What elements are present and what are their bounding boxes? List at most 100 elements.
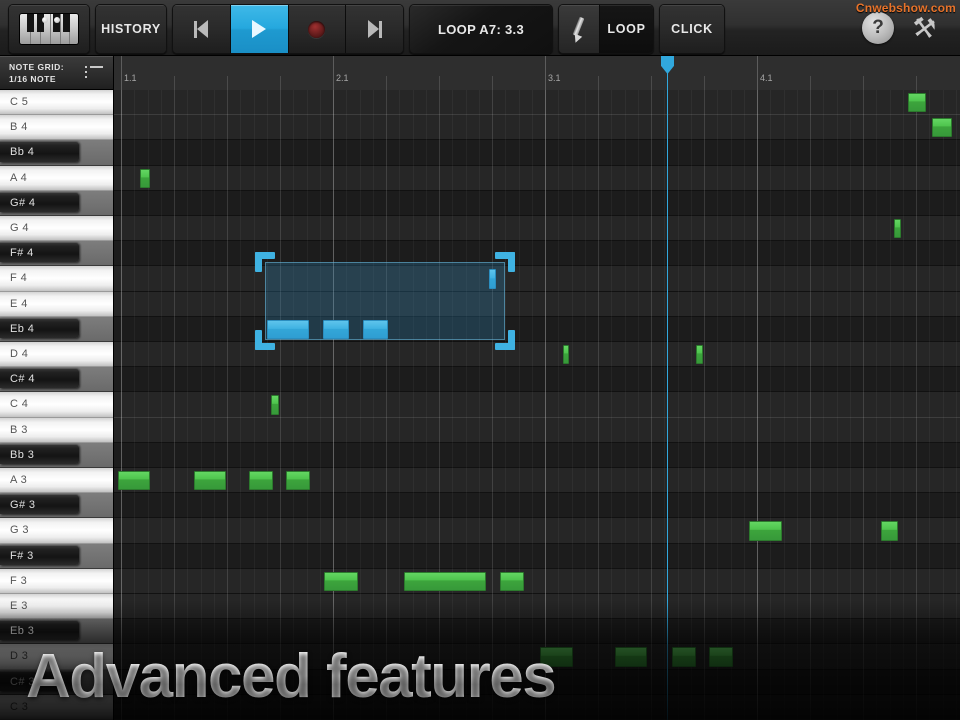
list-menu-icon[interactable] <box>85 66 103 79</box>
ruler-tick <box>810 76 811 90</box>
grid-line <box>399 90 400 720</box>
piano-key-a4[interactable]: A 4 <box>0 166 113 191</box>
key-label: F 4 <box>10 272 27 284</box>
click-toggle-button[interactable]: CLICK <box>659 4 725 54</box>
grid-line <box>956 90 957 720</box>
key-label: Eb 3 <box>10 625 34 637</box>
piano-roll-grid[interactable]: 1.12.13.14.1 <box>113 56 960 720</box>
key-label: B 3 <box>10 424 28 436</box>
piano-key-e3[interactable]: E 3 <box>0 594 113 619</box>
grid-line <box>903 90 904 720</box>
key-label: E 4 <box>10 298 28 310</box>
key-label: G 4 <box>10 222 29 234</box>
app-logo-button[interactable] <box>8 4 90 54</box>
piano-key-f3[interactable]: F 3 <box>0 569 113 594</box>
loop-position-value: LOOP A7: 3.3 <box>410 5 552 53</box>
piano-key-g3[interactable]: G# 3 <box>0 493 113 518</box>
grid-line <box>121 90 122 720</box>
piano-key-bb4[interactable]: Bb 4 <box>0 140 113 165</box>
grid-line <box>704 90 705 720</box>
skip-forward-button[interactable] <box>346 5 403 53</box>
piano-key-f4[interactable]: F 4 <box>0 266 113 291</box>
note-block[interactable] <box>489 269 496 288</box>
note-block[interactable] <box>323 320 349 339</box>
record-button[interactable] <box>289 5 346 53</box>
note-block[interactable] <box>696 345 703 364</box>
note-block[interactable] <box>709 647 733 666</box>
piano-key-g3[interactable]: G 3 <box>0 518 113 543</box>
grid-line <box>532 90 533 720</box>
grid-line <box>386 90 387 720</box>
piano-key-c5[interactable]: C 5 <box>0 90 113 115</box>
selection-handle-top-right[interactable] <box>495 252 515 272</box>
piano-key-f3[interactable]: F# 3 <box>0 544 113 569</box>
selection-handle-bottom-right[interactable] <box>495 330 515 350</box>
note-block[interactable] <box>404 572 486 591</box>
key-label: E 3 <box>10 600 28 612</box>
key-label: G 3 <box>10 524 29 536</box>
grid-line <box>174 90 175 720</box>
loop-position-display[interactable]: LOOP A7: 3.3 <box>409 4 553 54</box>
note-block[interactable] <box>271 395 279 414</box>
play-button[interactable] <box>231 5 288 53</box>
ruler-label: 3.1 <box>545 73 561 83</box>
piano-key-d4[interactable]: D 4 <box>0 342 113 367</box>
note-block[interactable] <box>563 345 569 364</box>
help-icon[interactable]: ? <box>862 12 894 44</box>
grid-line <box>201 90 202 720</box>
note-block[interactable] <box>194 471 226 490</box>
note-block[interactable] <box>908 93 926 112</box>
note-block[interactable] <box>324 572 358 591</box>
top-toolbar: HISTORY LOOP A7: 3.3 <box>0 0 960 56</box>
note-block[interactable] <box>249 471 273 490</box>
note-block[interactable] <box>500 572 524 591</box>
timeline-ruler[interactable]: 1.12.13.14.1 <box>113 56 960 91</box>
selection-handle-top-left[interactable] <box>255 252 275 272</box>
playhead[interactable] <box>667 56 668 720</box>
grid-line <box>572 90 573 720</box>
note-block[interactable] <box>140 169 150 188</box>
note-block[interactable] <box>363 320 388 339</box>
grid-line <box>863 90 864 720</box>
piano-key-eb3[interactable]: Eb 3 <box>0 619 113 644</box>
note-block[interactable] <box>615 647 647 666</box>
piano-key-bb3[interactable]: Bb 3 <box>0 443 113 468</box>
grid-line <box>333 90 334 720</box>
note-block[interactable] <box>267 320 309 339</box>
note-block[interactable] <box>118 471 150 490</box>
wrench-icon[interactable]: ⚒ <box>906 10 942 46</box>
note-grid-selector[interactable]: NOTE GRID: 1/16 NOTE <box>0 56 113 90</box>
ruler-label: 2.1 <box>333 73 349 83</box>
note-block[interactable] <box>881 521 898 540</box>
note-block[interactable] <box>672 647 696 666</box>
grid-line <box>744 90 745 720</box>
grid-line <box>479 90 480 720</box>
pencil-tool-button[interactable] <box>559 5 599 53</box>
piano-key-c4[interactable]: C# 4 <box>0 367 113 392</box>
piano-key-a3[interactable]: A 3 <box>0 468 113 493</box>
note-lanes[interactable] <box>113 90 960 720</box>
skip-back-button[interactable] <box>173 5 230 53</box>
loop-toggle-button[interactable]: LOOP <box>600 5 653 53</box>
piano-key-eb4[interactable]: Eb 4 <box>0 317 113 342</box>
piano-key-e4[interactable]: E 4 <box>0 292 113 317</box>
grid-line <box>757 90 758 720</box>
transport-controls <box>172 4 404 54</box>
piano-key-g4[interactable]: G# 4 <box>0 191 113 216</box>
grid-line <box>890 90 891 720</box>
piano-key-g4[interactable]: G 4 <box>0 216 113 241</box>
play-icon <box>252 20 266 38</box>
piano-key-b4[interactable]: B 4 <box>0 115 113 140</box>
piano-key-f4[interactable]: F# 4 <box>0 241 113 266</box>
piano-key-c4[interactable]: C 4 <box>0 392 113 417</box>
help-glyph: ? <box>872 17 884 39</box>
piano-key-b3[interactable]: B 3 <box>0 418 113 443</box>
history-button[interactable]: HISTORY <box>95 4 167 54</box>
note-block[interactable] <box>286 471 310 490</box>
grid-line <box>611 90 612 720</box>
note-block[interactable] <box>932 118 952 137</box>
note-block[interactable] <box>894 219 901 238</box>
ruler-tick <box>386 76 387 90</box>
note-block[interactable] <box>749 521 782 540</box>
ruler-tick <box>651 76 652 90</box>
